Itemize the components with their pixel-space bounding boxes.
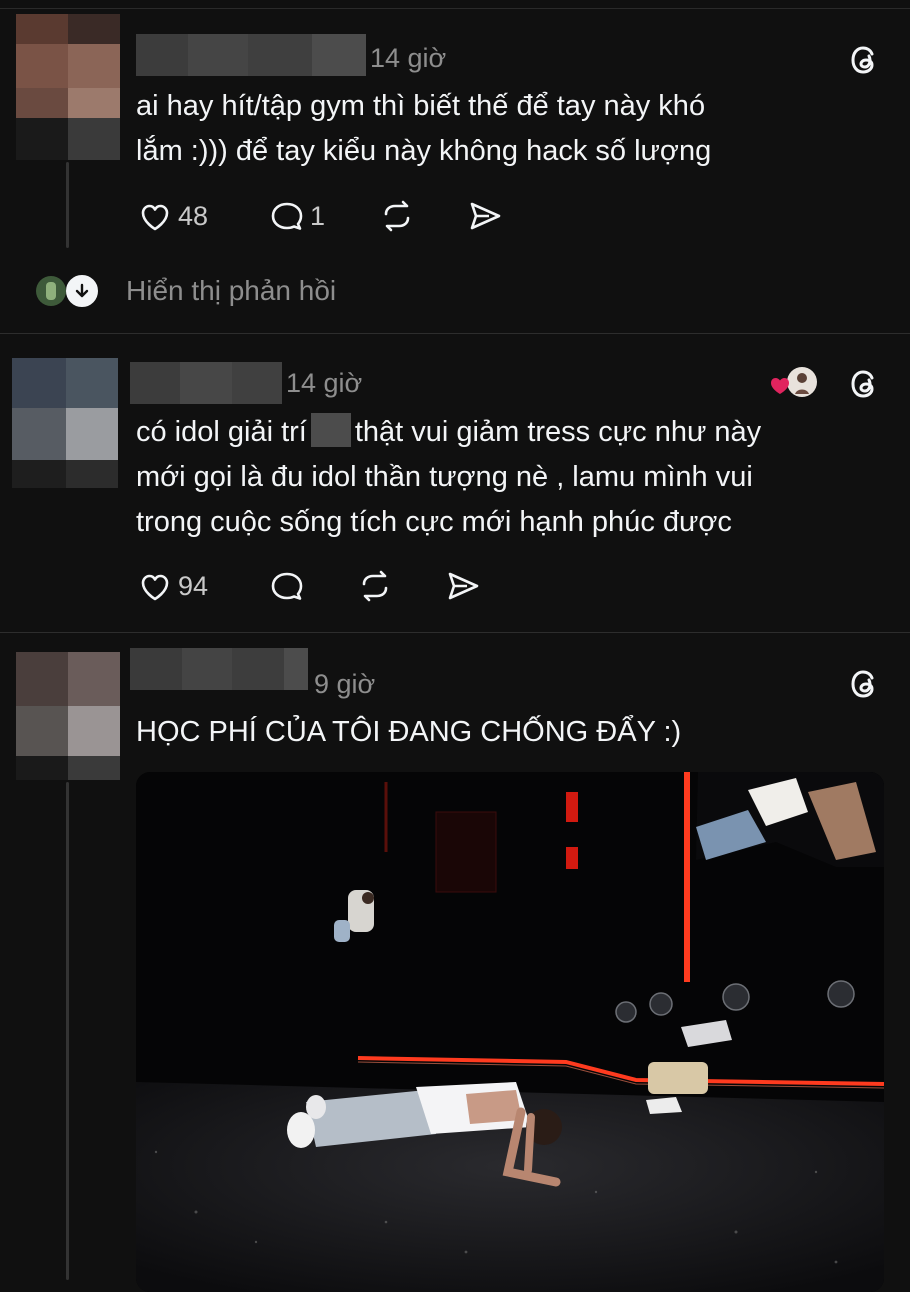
censored-word [310,413,351,447]
post-text-line: có idol giải trí thật vui giảm tress cực … [136,410,761,455]
repost-icon [362,570,388,602]
post-text-line: HỌC PHÍ CỦA TÔI ĐANG CHỐNG ĐẨY :) [136,716,682,748]
post-text-line: lắm :))) để tay kiểu này không hack số l… [136,135,712,167]
comment-count: 1 [310,200,326,231]
post-divider [0,632,910,633]
stage-scene [136,772,884,1292]
post-text-line: trong cuộc sống tích cực mới hạnh phúc đ… [136,506,732,538]
avatar[interactable] [16,652,120,780]
comment-button[interactable] [268,566,306,606]
post-time: 14 giờ [370,43,447,73]
thread-line [66,782,69,1280]
share-icon [448,572,479,600]
share-icon [470,202,501,230]
liked-by-author-icon [771,367,817,397]
comment-icon [271,572,303,600]
reply-avatar [36,276,66,306]
threads-icon[interactable] [846,42,882,78]
avatar[interactable] [12,358,118,488]
thread-line [66,162,69,248]
username-blurred[interactable] [130,648,308,690]
arrow-down-icon [64,273,100,309]
share-button[interactable] [466,196,504,236]
repost-button[interactable] [356,566,394,606]
stage-bag [648,1062,708,1094]
username-blurred[interactable] [136,34,366,76]
post-divider [0,333,910,334]
threads-icon[interactable] [846,666,882,702]
post-text-line: ai hay hít/tập gym thì biết thế để tay n… [136,90,706,122]
threads-icon[interactable] [846,366,882,402]
post-time: 9 giờ [314,669,376,699]
username-blurred[interactable] [130,362,282,404]
like-count: 94 [178,570,209,601]
like-button[interactable]: 48 [136,196,208,236]
comment-button[interactable]: 1 [268,196,325,236]
avatar[interactable] [16,14,120,118]
post-video[interactable] [136,772,884,1292]
heart-icon [141,204,169,231]
post-text-segment: thật vui giảm tress cực như này [354,416,762,448]
post-time: 14 giờ [286,368,363,398]
like-count: 48 [178,200,209,231]
heart-icon [141,574,169,601]
show-replies-button[interactable]: Hiển thị phản hồi [36,271,336,311]
action-bar: 94 [136,566,536,606]
share-button[interactable] [444,566,482,606]
repost-button[interactable] [378,196,416,236]
avatar-bottom-strip [16,118,120,160]
repost-icon [384,200,410,232]
post-text-line: mới gọi là đu idol thần tượng nè , lamu … [136,461,753,493]
like-button[interactable]: 94 [136,566,208,606]
show-replies-label: Hiển thị phản hồi [126,275,337,306]
action-bar: 48 1 [136,196,536,236]
post-text-segment: có idol giải trí [136,416,307,448]
top-divider [0,8,910,9]
comment-icon [271,202,303,230]
